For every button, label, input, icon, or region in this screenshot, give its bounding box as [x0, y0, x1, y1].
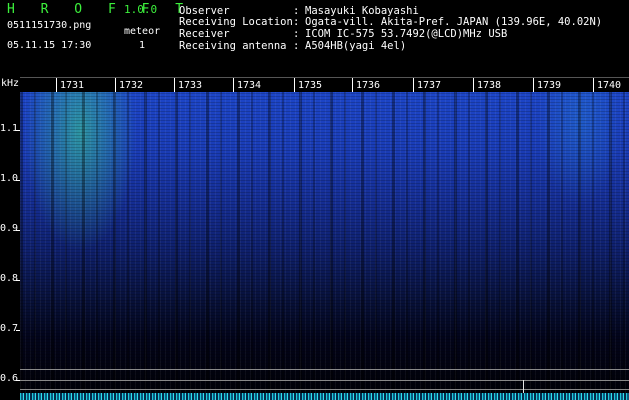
meteor-label: meteor: [124, 26, 161, 37]
x-tick: [352, 78, 353, 92]
y-label: 0.8: [0, 273, 19, 284]
x-tick: [533, 78, 534, 92]
spectrogram-noise: [20, 92, 629, 400]
x-label: 1735: [298, 80, 323, 91]
header-panel: H R O F F T 1.0.0 0511151730.png meteor …: [0, 0, 629, 76]
y-tick: [16, 280, 20, 281]
x-label: 1739: [537, 80, 562, 91]
y-label: 0.9: [0, 223, 19, 234]
reference-line: [20, 389, 629, 390]
y-tick: [16, 180, 20, 181]
info-value: ICOM IC-575 53.7492(@LCD)MHz USB: [305, 28, 508, 40]
reference-line: [20, 380, 629, 381]
x-label: 1737: [417, 80, 442, 91]
x-tick: [473, 78, 474, 92]
app-version: 1.0.0: [124, 3, 158, 16]
info-row-receiver: Receiver: ICOM IC-575 53.7492(@LCD)MHz US…: [179, 28, 508, 40]
y-axis-unit: kHz: [1, 78, 20, 89]
info-value: Ogata-vill. Akita-Pref. JAPAN (139.96E, …: [305, 16, 603, 28]
info-row-location: Receiving Location: Ogata-vill. Akita-Pre…: [179, 16, 603, 28]
datetime: 05.11.15 17:30: [7, 40, 92, 51]
x-label: 1738: [477, 80, 502, 91]
spectrogram-plot: [20, 92, 629, 400]
x-tick: [56, 78, 57, 92]
y-tick: [16, 130, 20, 131]
info-key: Receiving Location: [179, 16, 293, 28]
x-tick: [233, 78, 234, 92]
x-label: 1740: [597, 80, 622, 91]
y-label: 0.6: [0, 373, 19, 384]
x-tick: [413, 78, 414, 92]
x-label: 1732: [119, 80, 144, 91]
x-tick: [593, 78, 594, 92]
x-label: 1734: [237, 80, 262, 91]
x-label: 1733: [178, 80, 203, 91]
y-label: 1.1: [0, 123, 19, 134]
top-axis-line: [20, 77, 629, 78]
x-tick: [174, 78, 175, 92]
info-key: Receiving antenna: [179, 40, 287, 52]
y-label: 1.0: [0, 173, 19, 184]
y-tick: [16, 330, 20, 331]
info-row-antenna: Receiving antenna: A504HB(yagi 4el): [179, 40, 407, 52]
y-tick: [16, 230, 20, 231]
app-title: H R O F F T: [7, 2, 193, 17]
meteor-count: 1: [139, 40, 146, 51]
reference-line: [20, 369, 629, 370]
file-name: 0511151730.png: [7, 20, 92, 31]
y-label: 0.7: [0, 323, 19, 334]
info-key: Receiver: [179, 28, 230, 40]
x-tick: [294, 78, 295, 92]
x-label: 1736: [356, 80, 381, 91]
signal-strength-strip: [20, 393, 629, 400]
info-value: A504HB(yagi 4el): [305, 40, 407, 52]
x-label: 1731: [60, 80, 85, 91]
x-tick: [115, 78, 116, 92]
